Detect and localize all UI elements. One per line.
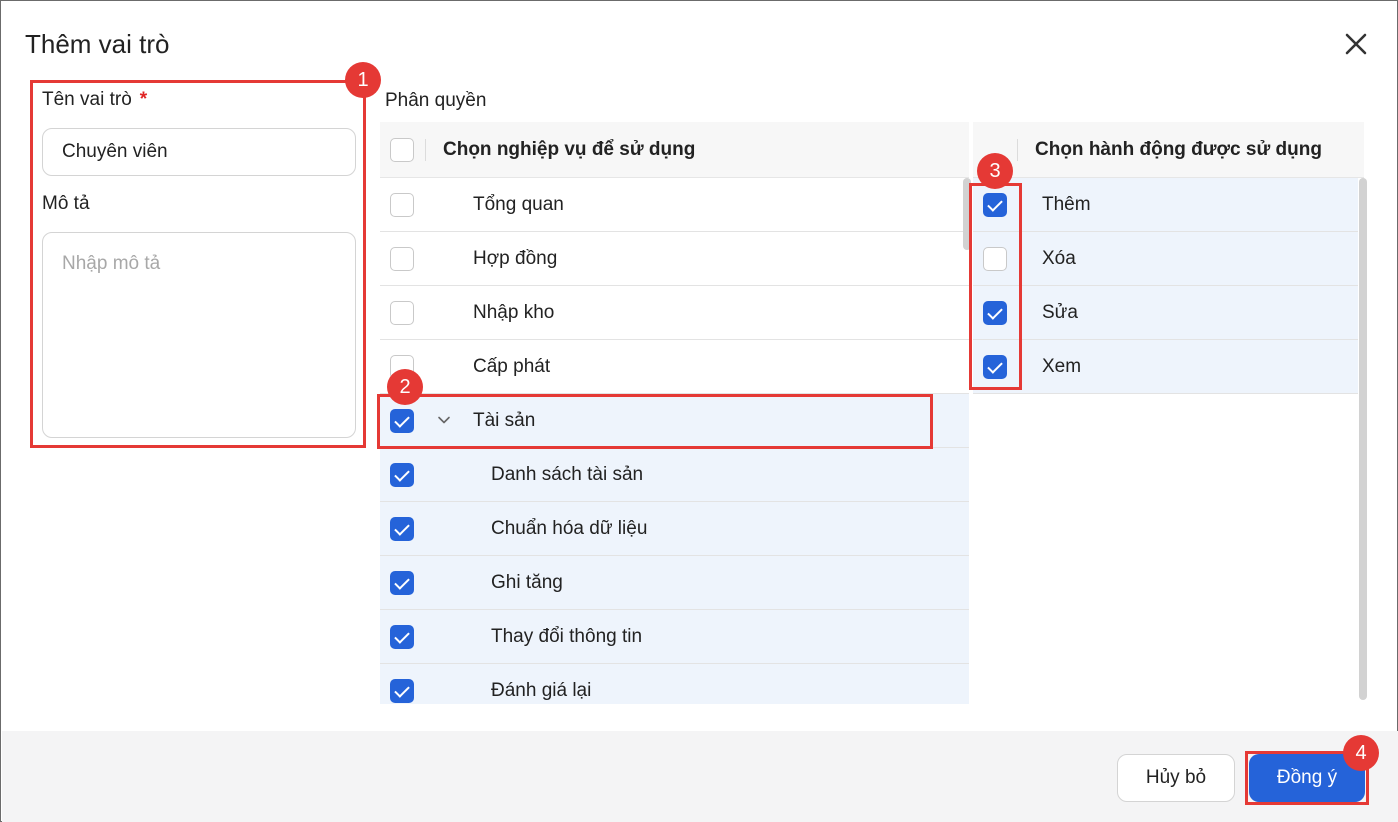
annotation-badge-3: 3 <box>977 153 1013 189</box>
module-checkbox[interactable] <box>390 679 414 703</box>
module-row[interactable]: Chuẩn hóa dữ liệu <box>380 502 969 556</box>
permissions-label: Phân quyền <box>385 90 487 111</box>
dialog-title: Thêm vai trò <box>25 29 170 59</box>
module-row[interactable]: Hợp đồng <box>380 232 969 286</box>
actions-header-label: Chọn hành động được sử dụng <box>1035 139 1322 160</box>
add-role-dialog: Thêm vai trò Tên vai trò * Chuyên viên Mô… <box>0 0 1398 822</box>
module-checkbox[interactable] <box>390 463 414 487</box>
modules-table-header: Chọn nghiệp vụ để sử dụng <box>380 122 969 178</box>
cancel-button[interactable]: Hủy bỏ <box>1117 754 1235 802</box>
action-row[interactable]: Xem <box>973 340 1358 394</box>
module-label: Hợp đồng <box>473 248 558 269</box>
module-row[interactable]: Cấp phát <box>380 340 969 394</box>
module-label: Tổng quan <box>473 194 564 215</box>
close-icon[interactable] <box>1341 29 1371 59</box>
modules-header-label: Chọn nghiệp vụ để sử dụng <box>443 139 696 160</box>
annotation-badge-1: 1 <box>345 62 381 98</box>
annotation-box-3 <box>969 183 1022 390</box>
action-label: Thêm <box>1042 194 1091 215</box>
action-label: Sửa <box>1042 302 1078 323</box>
header-divider <box>1017 139 1018 161</box>
module-row[interactable]: Đánh giá lại <box>380 664 969 704</box>
action-row[interactable]: Thêm <box>973 178 1358 232</box>
annotation-badge-4: 4 <box>1343 735 1379 771</box>
annotation-box-1 <box>30 80 366 448</box>
module-row[interactable]: Thay đổi thông tin <box>380 610 969 664</box>
select-all-modules-checkbox[interactable] <box>390 138 414 162</box>
action-label: Xóa <box>1042 248 1076 269</box>
module-checkbox[interactable] <box>390 625 414 649</box>
action-row[interactable]: Sửa <box>973 286 1358 340</box>
module-label: Thay đổi thông tin <box>491 626 643 647</box>
module-checkbox[interactable] <box>390 517 414 541</box>
actions-table-header: Chọn hành động được sử dụng <box>973 122 1364 178</box>
module-row[interactable]: Ghi tăng <box>380 556 969 610</box>
header-divider <box>425 139 426 161</box>
annotation-box-2 <box>377 394 933 449</box>
module-row[interactable]: Danh sách tài sản <box>380 448 969 502</box>
module-label: Cấp phát <box>473 356 551 377</box>
module-label: Đánh giá lại <box>491 680 592 701</box>
action-row[interactable]: Xóa <box>973 232 1358 286</box>
action-label: Xem <box>1042 356 1082 377</box>
module-row[interactable]: Tổng quan <box>380 178 969 232</box>
module-label: Chuẩn hóa dữ liệu <box>491 518 648 539</box>
actions-scrollbar[interactable] <box>1359 178 1367 700</box>
module-checkbox[interactable] <box>390 247 414 271</box>
module-checkbox[interactable] <box>390 193 414 217</box>
module-row[interactable]: Nhập kho <box>380 286 969 340</box>
annotation-badge-2: 2 <box>387 369 423 405</box>
module-label: Danh sách tài sản <box>491 464 644 485</box>
module-label: Nhập kho <box>473 302 555 323</box>
module-checkbox[interactable] <box>390 301 414 325</box>
module-checkbox[interactable] <box>390 571 414 595</box>
module-label: Ghi tăng <box>491 572 563 593</box>
